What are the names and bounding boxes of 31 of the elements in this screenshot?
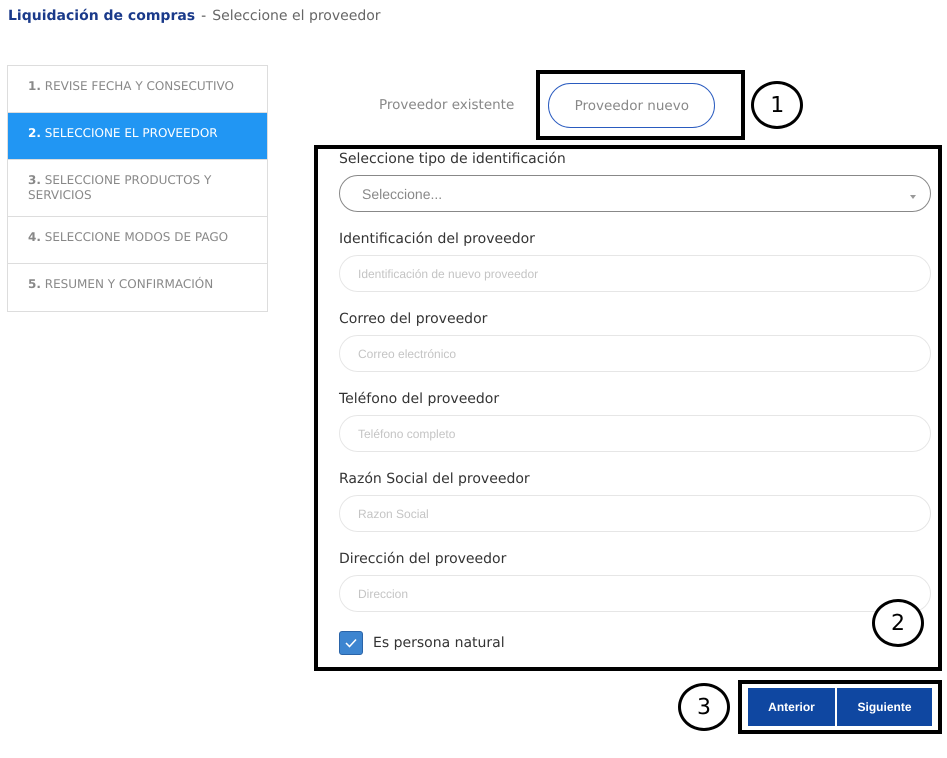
field-label: Dirección del proveedor <box>339 551 508 569</box>
input-field[interactable]: Direccion <box>339 575 931 612</box>
select-placeholder: Seleccione... <box>362 186 442 202</box>
field-label: Correo del proveedor <box>339 311 488 329</box>
step-item[interactable]: 4. SELECCIONE MODOS DE PAGO <box>8 217 267 264</box>
field-label: Seleccione tipo de identificación <box>339 151 567 169</box>
check-icon <box>345 638 357 648</box>
checkbox-label: Es persona natural <box>373 635 505 651</box>
annotation-number: 3 <box>678 683 730 731</box>
input-field[interactable]: Identificación de nuevo proveedor <box>339 255 931 292</box>
input-field[interactable]: Correo electrónico <box>339 335 931 372</box>
input-field[interactable]: Teléfono completo <box>339 415 931 452</box>
step-item[interactable]: 5. RESUMEN Y CONFIRMACIÓN <box>8 264 267 311</box>
annotation-number: 1 <box>751 81 804 129</box>
annotation-number: 2 <box>872 599 924 647</box>
caret-icon <box>910 194 916 198</box>
nav-button[interactable]: Siguiente <box>837 688 932 726</box>
select-field[interactable]: Seleccione... <box>339 175 931 212</box>
field-label: Razón Social del proveedor <box>339 471 531 489</box>
field-label: Teléfono del proveedor <box>339 391 500 409</box>
provider-option[interactable]: Proveedor existente <box>367 82 526 128</box>
title-separator: - <box>201 8 206 24</box>
page-title: Liquidación de compras <box>8 8 196 24</box>
checkbox[interactable] <box>339 631 363 655</box>
field-label: Identificación del proveedor <box>339 231 536 249</box>
page-subtitle: Seleccione el proveedor <box>212 8 381 24</box>
provider-option[interactable]: Proveedor nuevo <box>548 83 716 128</box>
step-item[interactable]: 3. SELECCIONE PRODUCTOS Y SERVICIOS <box>8 160 267 217</box>
step-item[interactable]: 2. SELECCIONE EL PROVEEDOR <box>8 113 267 160</box>
nav-button[interactable]: Anterior <box>748 688 835 726</box>
input-field[interactable]: Razon Social <box>339 495 931 532</box>
